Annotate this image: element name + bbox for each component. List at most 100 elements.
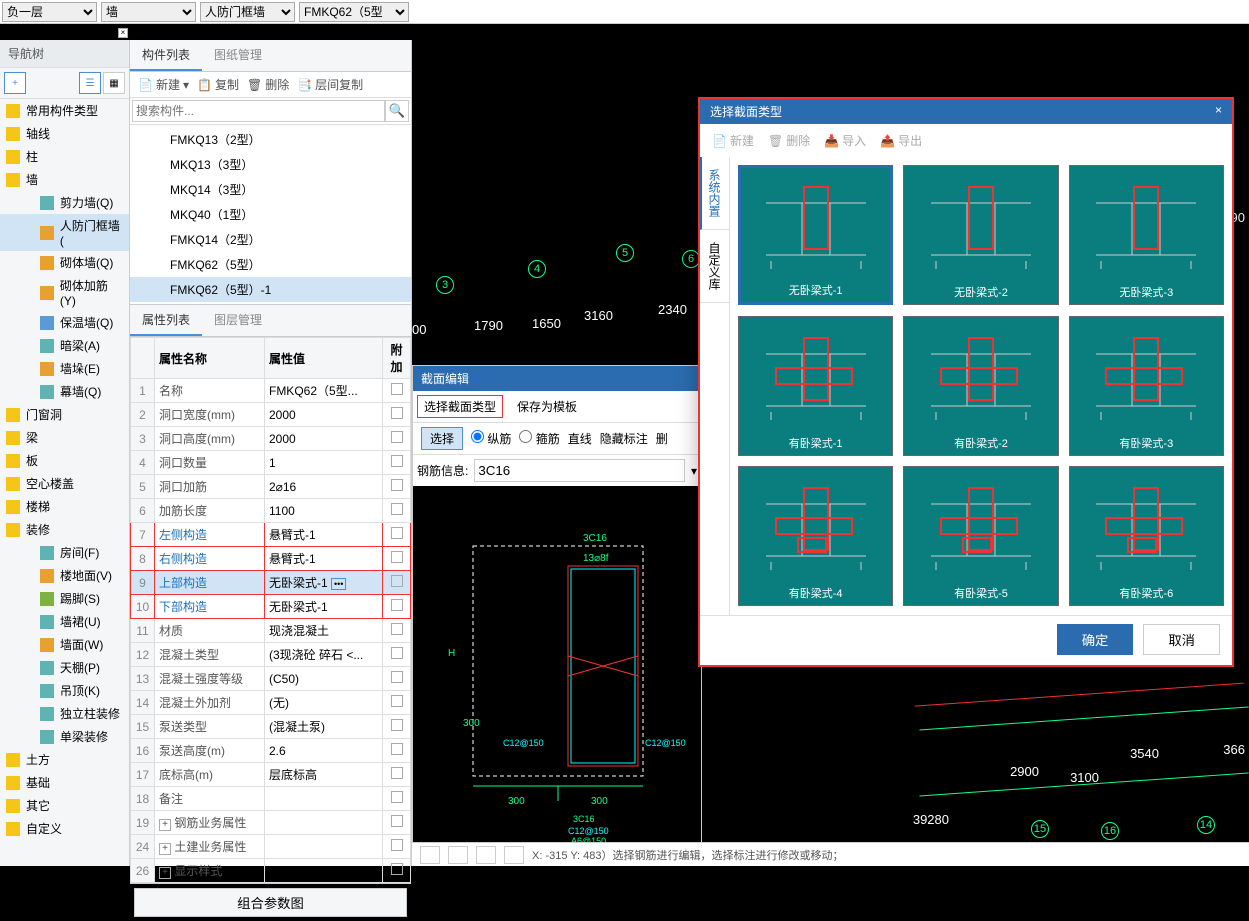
stirrup-radio[interactable]: 箍筋	[519, 430, 559, 447]
line-tool[interactable]: 直线	[568, 430, 592, 447]
property-row[interactable]: 11材质现浇混凝土	[131, 619, 411, 643]
component-item[interactable]: FMKQ14（2型）	[130, 227, 411, 252]
level-select[interactable]: 负一层	[2, 2, 97, 22]
tree-item[interactable]: 板	[0, 449, 129, 472]
extra-checkbox[interactable]	[391, 479, 403, 491]
view-list-icon[interactable]: ☰	[79, 72, 101, 94]
sb-btn-2[interactable]	[448, 846, 468, 864]
section-card[interactable]: 无卧梁式-1	[738, 165, 893, 305]
tree-item[interactable]: 梁	[0, 426, 129, 449]
tree-sub-item[interactable]: 人防门框墙(	[0, 214, 129, 251]
property-row[interactable]: 4洞口数量1	[131, 451, 411, 475]
tree-sub-item[interactable]: 墙裙(U)	[0, 610, 129, 633]
dlg-new-button[interactable]: 📄新建	[712, 132, 754, 149]
property-row[interactable]: 1名称FMKQ62（5型...	[131, 379, 411, 403]
tree-sub-item[interactable]: 砌体墙(Q)	[0, 251, 129, 274]
extra-checkbox[interactable]	[391, 863, 403, 875]
tree-item[interactable]: 其它	[0, 794, 129, 817]
component-item[interactable]: FMKQ62（5型）-1	[130, 277, 411, 302]
component-item[interactable]: FMKQ62（5型）	[130, 252, 411, 277]
component-select[interactable]: FMKQ62（5型	[299, 2, 409, 22]
tree-item[interactable]: 常用构件类型	[0, 99, 129, 122]
rebar-info-input[interactable]	[474, 459, 685, 482]
dialog-title-bar[interactable]: 选择截面类型 ×	[700, 99, 1232, 124]
extra-checkbox[interactable]	[391, 815, 403, 827]
property-row[interactable]: 7左侧构造悬臂式-1	[131, 523, 411, 547]
sb-btn-4[interactable]	[504, 846, 524, 864]
extra-checkbox[interactable]	[391, 671, 403, 683]
tree-item[interactable]: 墙	[0, 168, 129, 191]
property-row[interactable]: 6加筋长度1100	[131, 499, 411, 523]
tree-sub-item[interactable]: 保温墙(Q)	[0, 311, 129, 334]
tree-item[interactable]: 空心楼盖	[0, 472, 129, 495]
property-row[interactable]: 16泵送高度(m)2.6	[131, 739, 411, 763]
property-row[interactable]: 18备注	[131, 787, 411, 811]
rebar-dropdown-icon[interactable]: ▾	[691, 464, 697, 478]
component-item[interactable]: MKQ40（1型）	[130, 202, 411, 227]
section-card[interactable]: 有卧梁式-6	[1069, 466, 1224, 606]
tree-item[interactable]: 楼梯	[0, 495, 129, 518]
dlg-delete-button[interactable]: 🗑删除	[768, 132, 810, 149]
extra-checkbox[interactable]	[391, 839, 403, 851]
extra-checkbox[interactable]	[391, 455, 403, 467]
extra-checkbox[interactable]	[391, 623, 403, 635]
tree-item[interactable]: 装修	[0, 518, 129, 541]
tree-sub-item[interactable]: 楼地面(V)	[0, 564, 129, 587]
extra-checkbox[interactable]	[391, 743, 403, 755]
expand-icon[interactable]: +	[159, 843, 171, 855]
component-item[interactable]: MKQ13（3型）	[130, 152, 411, 177]
select-section-type-button[interactable]: 选择截面类型	[417, 395, 503, 418]
tree-sub-item[interactable]: 幕墙(Q)	[0, 380, 129, 403]
extra-checkbox[interactable]	[391, 767, 403, 779]
tree-item[interactable]: 基础	[0, 771, 129, 794]
property-row[interactable]: 5洞口加筋2⌀16	[131, 475, 411, 499]
extra-checkbox[interactable]	[391, 791, 403, 803]
sb-btn-1[interactable]	[420, 846, 440, 864]
expand-icon[interactable]: +	[159, 867, 171, 879]
extra-checkbox[interactable]	[391, 383, 403, 395]
property-row[interactable]: 13混凝土强度等级(C50)	[131, 667, 411, 691]
tree-sub-item[interactable]: 房间(F)	[0, 541, 129, 564]
tree-sub-item[interactable]: 吊顶(K)	[0, 679, 129, 702]
tab-layer-mgmt[interactable]: 图层管理	[202, 305, 274, 336]
section-card[interactable]: 无卧梁式-3	[1069, 165, 1224, 305]
tree-sub-item[interactable]: 天棚(P)	[0, 656, 129, 679]
copy-button[interactable]: 📋复制	[197, 76, 239, 93]
close-icon[interactable]: ×	[1215, 103, 1222, 120]
tree-item[interactable]: 轴线	[0, 122, 129, 145]
section-card[interactable]: 有卧梁式-3	[1069, 316, 1224, 456]
panel-close-icon[interactable]: ×	[118, 28, 128, 38]
extra-checkbox[interactable]	[391, 599, 403, 611]
search-icon[interactable]: 🔍	[385, 100, 409, 122]
extra-checkbox[interactable]	[391, 695, 403, 707]
section-drawing[interactable]: 3C16 13⌀8f H 300 C12@150 C12@150 300 300…	[413, 486, 701, 846]
cancel-button[interactable]: 取消	[1143, 624, 1220, 655]
search-input[interactable]	[132, 100, 385, 122]
tree-sub-item[interactable]: 墙面(W)	[0, 633, 129, 656]
property-row[interactable]: 17底标高(m)层底标高	[131, 763, 411, 787]
section-card[interactable]: 有卧梁式-5	[903, 466, 1058, 606]
tree-sub-item[interactable]: 剪力墙(Q)	[0, 191, 129, 214]
section-card[interactable]: 有卧梁式-2	[903, 316, 1058, 456]
extra-checkbox[interactable]	[391, 551, 403, 563]
tree-sub-item[interactable]: 单梁装修	[0, 725, 129, 748]
extra-checkbox[interactable]	[391, 575, 403, 587]
property-row[interactable]: 2洞口宽度(mm)2000	[131, 403, 411, 427]
tree-sub-item[interactable]: 墙垛(E)	[0, 357, 129, 380]
section-card[interactable]: 无卧梁式-2	[903, 165, 1058, 305]
view-grid-icon[interactable]: ▦	[103, 72, 125, 94]
select-tool[interactable]: 选择	[421, 427, 463, 450]
section-card[interactable]: 有卧梁式-4	[738, 466, 893, 606]
property-row[interactable]: 24+ 土建业务属性	[131, 835, 411, 859]
tab-drawing-mgmt[interactable]: 图纸管理	[202, 40, 274, 71]
category-select[interactable]: 墙	[101, 2, 196, 22]
new-button[interactable]: 📄新建▾	[138, 76, 189, 93]
property-row[interactable]: 8右侧构造悬臂式-1	[131, 547, 411, 571]
extra-checkbox[interactable]	[391, 503, 403, 515]
intercopy-button[interactable]: 📑层间复制	[297, 76, 363, 93]
property-row[interactable]: 14混凝土外加剂(无)	[131, 691, 411, 715]
property-row[interactable]: 15泵送类型(混凝土泵)	[131, 715, 411, 739]
save-template-button[interactable]: 保存为模板	[511, 396, 583, 417]
component-item[interactable]: FMKQ13（2型）	[130, 127, 411, 152]
sidetab-system[interactable]: 系统内置	[700, 157, 729, 230]
